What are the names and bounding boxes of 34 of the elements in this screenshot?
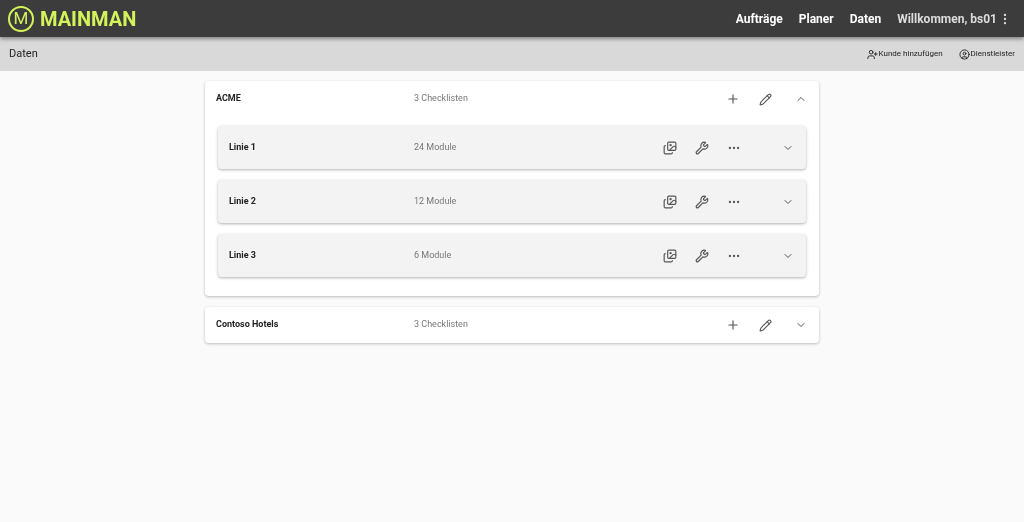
line-panel[interactable]: Linie 1 24 Module: [218, 126, 806, 169]
app-name: MAINMAN: [40, 5, 137, 33]
add-person-icon: [866, 48, 878, 60]
module-count: 24 Module: [414, 140, 458, 154]
toolbar-button[interactable]: Kunde hinzufügen: [866, 48, 943, 60]
checklist-count: 3 Checklisten: [414, 318, 469, 332]
customer-name: Contoso Hotels: [216, 318, 280, 332]
toolbar-button[interactable]: Dienstleister: [958, 48, 1015, 60]
pencil-icon: [758, 318, 772, 332]
welcome-text: Willkommen, bs01: [897, 10, 997, 28]
plus-icon: [726, 92, 740, 106]
nav-link[interactable]: Planer: [798, 9, 834, 28]
images-icon: [663, 194, 677, 209]
pencil-icon: [758, 92, 772, 106]
module-count: 6 Module: [414, 248, 453, 262]
page-title: Daten: [9, 45, 39, 62]
person-circle-icon: [958, 48, 970, 60]
checklist-count: 3 Checklisten: [414, 92, 469, 106]
nav-link[interactable]: Aufträge: [735, 9, 783, 28]
line-panel[interactable]: Linie 3 6 Module: [218, 234, 806, 277]
wrench-icon: [695, 194, 709, 209]
line-name: Linie 1: [229, 140, 257, 154]
logo-letter: M: [13, 10, 29, 27]
images-icon: [663, 140, 677, 155]
images-icon: [663, 248, 677, 263]
wrench-icon: [695, 248, 709, 263]
plus-icon: [726, 318, 740, 332]
wrench-icon: [695, 140, 709, 155]
line-panel[interactable]: Linie 2 12 Module: [218, 180, 806, 223]
module-count: 12 Module: [414, 194, 458, 208]
line-name: Linie 3: [229, 248, 257, 262]
customer-name: ACME: [216, 92, 242, 106]
line-name: Linie 2: [229, 194, 257, 208]
nav-link[interactable]: Daten: [849, 9, 882, 28]
